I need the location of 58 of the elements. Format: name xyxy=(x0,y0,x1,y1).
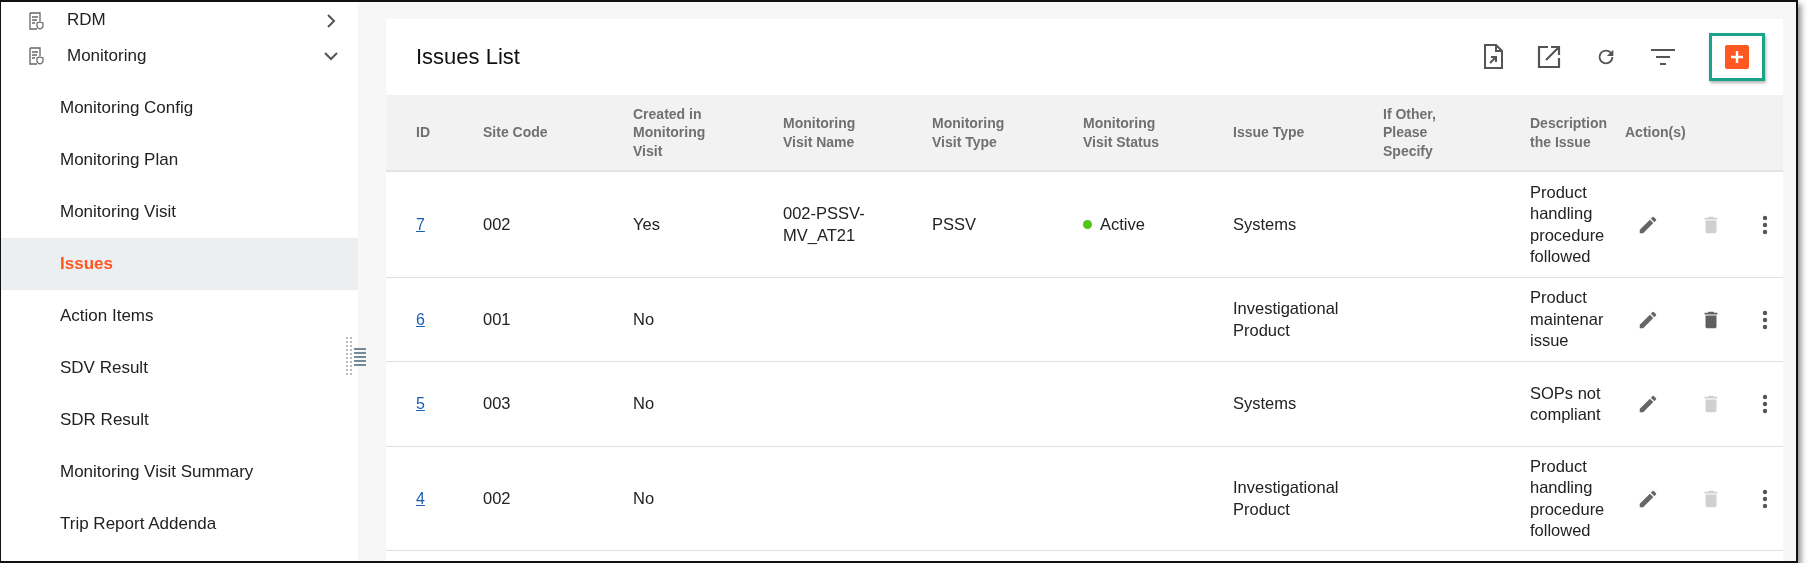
sidebar-group[interactable]: Monitoring xyxy=(67,46,322,66)
sidebar-item[interactable]: Monitoring Visit xyxy=(1,186,360,238)
sidebar-item[interactable]: Monitoring Config xyxy=(1,82,360,134)
sidebar-item[interactable]: Monitoring Plan xyxy=(1,134,360,186)
table-cell-text: No xyxy=(633,308,656,330)
sidebar-item[interactable]: Trip Report Addenda xyxy=(1,498,360,550)
column-header: Action(s) xyxy=(1625,123,1687,142)
table-cell-text: Systems xyxy=(1233,393,1298,415)
table-cell-text: 002 xyxy=(483,487,512,509)
table-cell-text: 002-PSSV-MV_AT21 xyxy=(783,203,866,246)
table-cell-text: No xyxy=(633,487,656,509)
add-button[interactable] xyxy=(1725,45,1749,69)
drag-handle-icon[interactable] xyxy=(346,337,352,377)
column-header: Site Code xyxy=(483,123,549,142)
issue-id-link[interactable]: 7 xyxy=(416,215,425,234)
table-cell-text: Yes xyxy=(633,213,661,235)
sidebar-item[interactable]: Action Items xyxy=(1,290,360,342)
issue-id-link[interactable]: 4 xyxy=(416,489,425,508)
table-cell-text: 003 xyxy=(483,393,512,415)
more-options-icon[interactable] xyxy=(1762,488,1768,509)
column-header: Monitoring Visit Name xyxy=(783,114,857,151)
table-cell-text: SOPs not compliant xyxy=(1530,382,1602,425)
sidebar-item[interactable]: Monitoring Visit Summary xyxy=(1,446,360,498)
table-cell-text: Investigational Product xyxy=(1233,298,1340,341)
file-import-icon[interactable] xyxy=(1483,44,1503,70)
column-header: If Other, Please Specify xyxy=(1383,105,1437,160)
sidebar-group[interactable]: RDM xyxy=(67,10,322,30)
pencil-icon[interactable] xyxy=(1637,393,1659,415)
list-icon[interactable] xyxy=(354,348,366,366)
table-cell-text: Investigational Product xyxy=(1233,477,1340,520)
table-cell-text: Product handling procedure followed xyxy=(1530,181,1606,267)
sidebar-item[interactable]: SDR Result xyxy=(1,394,360,446)
table-cell-text: Product handling procedure followed xyxy=(1530,455,1606,541)
document-shield-icon xyxy=(27,47,45,65)
table-cell-text: Product maintenar issue xyxy=(1530,287,1605,352)
more-options-icon[interactable] xyxy=(1762,394,1768,414)
plus-icon xyxy=(1730,50,1744,64)
column-header: Monitoring Visit Status xyxy=(1083,114,1160,151)
filter-icon[interactable] xyxy=(1651,49,1675,65)
issue-id-link[interactable]: 6 xyxy=(416,310,425,329)
table-cell-text: 002 xyxy=(483,213,512,235)
issue-id-link[interactable]: 5 xyxy=(416,395,425,413)
column-header: Issue Type xyxy=(1233,123,1306,142)
more-options-icon[interactable] xyxy=(1762,214,1768,235)
column-header: Description the Issue xyxy=(1530,114,1608,151)
column-header: Monitoring Visit Type xyxy=(932,114,1006,151)
table-cell-text: PSSV xyxy=(932,213,978,235)
table-cell-text: No xyxy=(633,393,656,415)
more-options-icon[interactable] xyxy=(1762,309,1768,330)
column-header: Created in Monitoring Visit xyxy=(633,105,707,160)
status-label: Active xyxy=(1100,213,1145,235)
card-title: Issues List xyxy=(416,44,521,70)
table-cell-text: Systems xyxy=(1233,213,1298,235)
open-external-icon[interactable] xyxy=(1537,45,1561,69)
table-cell-text: 001 xyxy=(483,308,512,330)
document-shield-icon xyxy=(27,12,45,30)
column-header: ID xyxy=(416,123,431,142)
sidebar-item[interactable]: SDV Result xyxy=(1,342,360,394)
